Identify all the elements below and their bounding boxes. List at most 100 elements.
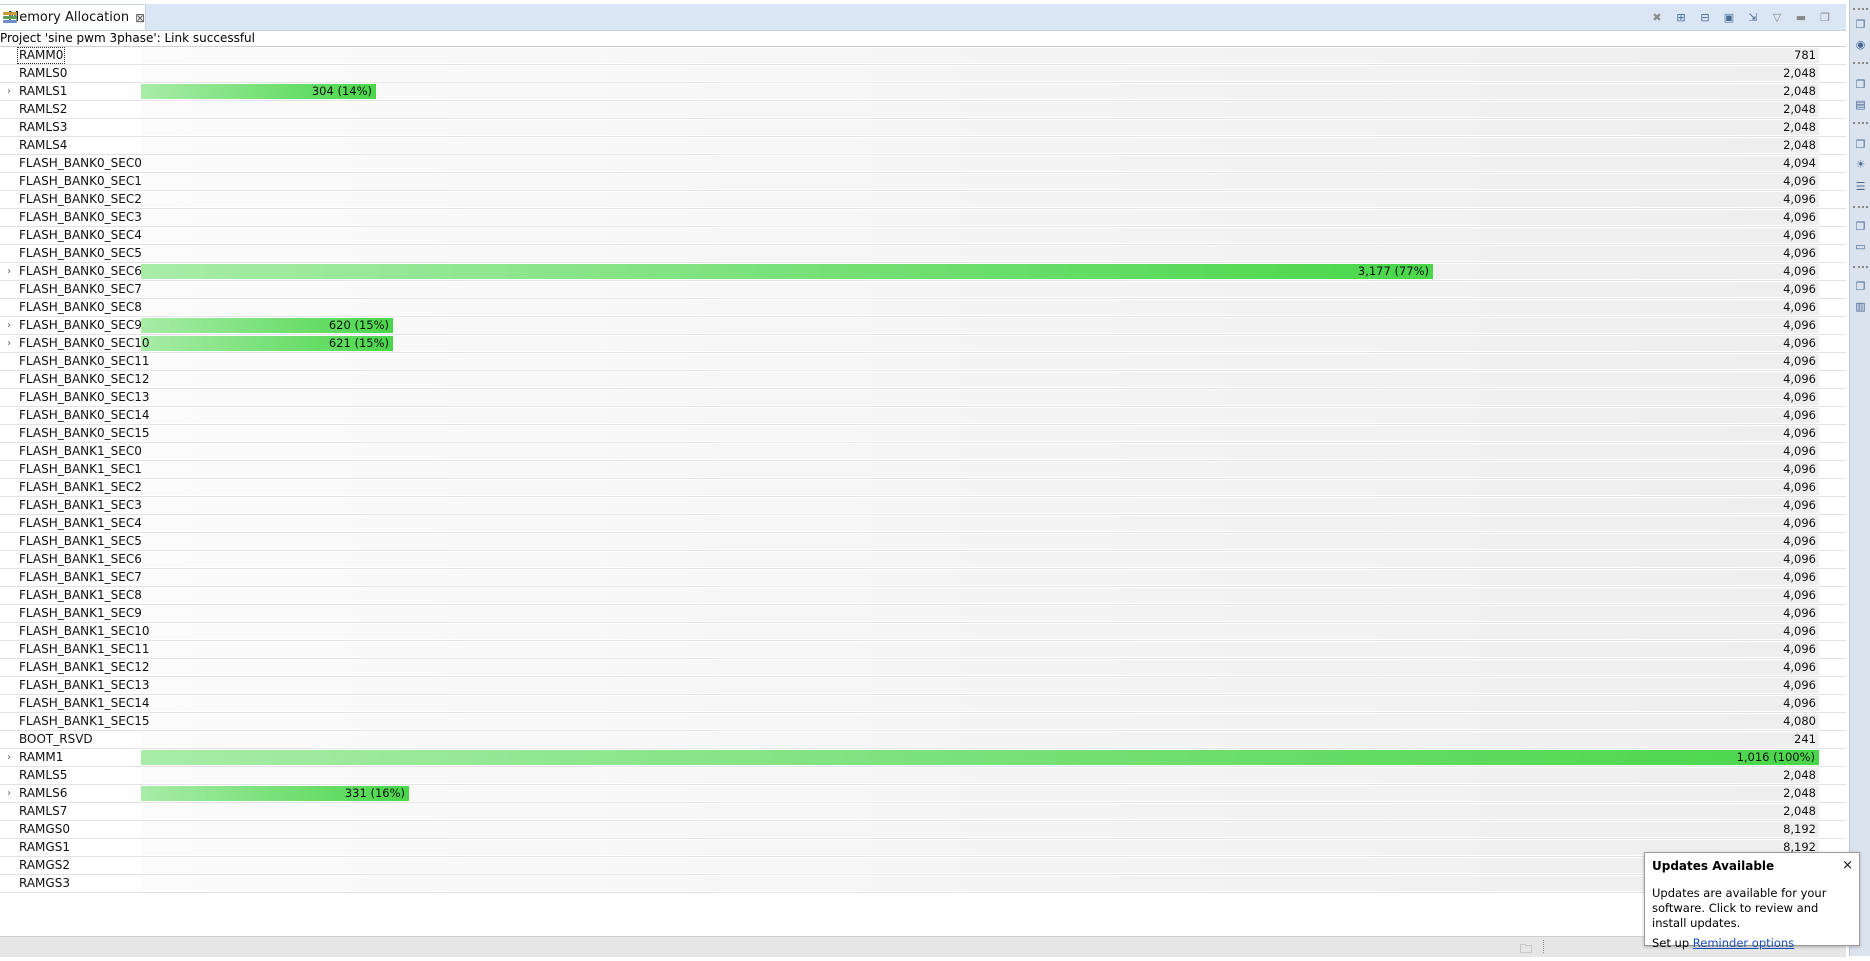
memory-region-row[interactable]: FLASH_BANK1_SEC1 4,096 — [0, 461, 1846, 479]
memory-region-row[interactable]: FLASH_BANK0_SEC7 4,096 — [0, 281, 1846, 299]
region-name: FLASH_BANK0_SEC8 — [19, 300, 142, 314]
close-tab-icon[interactable]: ⊠ — [135, 11, 145, 25]
memory-region-row[interactable]: FLASH_BANK1_SEC13 4,096 — [0, 677, 1846, 695]
memory-region-row[interactable]: FLASH_BANK0_SEC4 4,096 — [0, 227, 1846, 245]
memory-region-row[interactable]: FLASH_BANK0_SEC12 4,096 — [0, 371, 1846, 389]
memory-region-row[interactable]: FLASH_BANK1_SEC5 4,096 — [0, 533, 1846, 551]
memory-region-row[interactable]: FLASH_BANK1_SEC10 4,096 — [0, 623, 1846, 641]
memory-region-row[interactable]: FLASH_BANK0_SEC15 4,096 — [0, 425, 1846, 443]
memory-region-row[interactable]: RAMLS2 2,048 — [0, 101, 1846, 119]
memory-region-row[interactable]: FLASH_BANK1_SEC6 4,096 — [0, 551, 1846, 569]
region-name: FLASH_BANK1_SEC2 — [19, 480, 142, 494]
trim-separator — [1853, 206, 1868, 212]
region-name: FLASH_BANK0_SEC7 — [19, 282, 142, 296]
memory-region-row[interactable]: BOOT_RSVD 241 — [0, 731, 1846, 749]
memory-region-row[interactable]: RAMGS2 — [0, 857, 1846, 875]
export-icon[interactable]: ⇲ — [1744, 9, 1762, 25]
memory-region-row[interactable]: › 331 (16%) RAMLS6 2,048 — [0, 785, 1846, 803]
memory-region-row[interactable]: FLASH_BANK1_SEC8 4,096 — [0, 587, 1846, 605]
memory-region-row[interactable]: FLASH_BANK0_SEC14 4,096 — [0, 407, 1846, 425]
region-name: FLASH_BANK1_SEC15 — [19, 714, 150, 728]
memory-region-row[interactable]: › 620 (15%) FLASH_BANK0_SEC9 4,096 — [0, 317, 1846, 335]
memory-region-row[interactable]: RAMLS7 2,048 — [0, 803, 1846, 821]
tab-memory-allocation[interactable]: Memory Allocation ⊠ — [0, 4, 146, 30]
memory-region-row[interactable]: FLASH_BANK0_SEC13 4,096 — [0, 389, 1846, 407]
memory-region-row[interactable]: FLASH_BANK1_SEC15 4,080 — [0, 713, 1846, 731]
expand-all-icon[interactable]: ⊞ — [1672, 9, 1690, 25]
restore-icon[interactable]: ❐ — [1853, 220, 1868, 234]
memory-region-row[interactable]: RAMLS4 2,048 — [0, 137, 1846, 155]
usage-bar-track — [141, 120, 1819, 135]
region-size: 2,048 — [1783, 102, 1816, 116]
new-view-icon[interactable]: ▣ — [1720, 9, 1738, 25]
memory-region-row[interactable]: RAMGS1 8,192 — [0, 839, 1846, 857]
expand-chevron-icon[interactable]: › — [4, 749, 14, 766]
region-size: 2,048 — [1783, 84, 1816, 98]
region-name: FLASH_BANK0_SEC5 — [19, 246, 142, 260]
console-icon[interactable]: ▭ — [1853, 240, 1868, 254]
memory-region-row[interactable]: RAMLS0 2,048 — [0, 65, 1846, 83]
memory-allocation-icon[interactable]: ☰ — [1853, 180, 1868, 194]
expand-chevron-icon[interactable]: › — [4, 317, 14, 334]
region-name: RAMLS4 — [19, 138, 68, 152]
region-name: FLASH_BANK0_SEC12 — [19, 372, 150, 386]
region-name: FLASH_BANK1_SEC3 — [19, 498, 142, 512]
reminder-options-link[interactable]: Reminder options — [1693, 936, 1794, 950]
memory-region-row[interactable]: FLASH_BANK1_SEC9 4,096 — [0, 605, 1846, 623]
close-icon[interactable]: × — [1842, 858, 1853, 873]
memory-region-row[interactable]: RAMM0 781 — [0, 47, 1846, 65]
close-all-icon[interactable]: ✖ — [1648, 9, 1666, 25]
memory-region-row[interactable]: FLASH_BANK0_SEC2 4,096 — [0, 191, 1846, 209]
restore-icon[interactable]: ❐ — [1853, 280, 1868, 294]
memory-region-row[interactable]: RAMLS5 2,048 — [0, 767, 1846, 785]
expand-chevron-icon[interactable]: › — [4, 83, 14, 100]
debug-icon[interactable]: ▤ — [1853, 98, 1868, 112]
memory-region-row[interactable]: FLASH_BANK1_SEC0 4,096 — [0, 443, 1846, 461]
memory-region-row[interactable]: FLASH_BANK0_SEC0 4,094 — [0, 155, 1846, 173]
expand-chevron-icon[interactable]: › — [4, 785, 14, 802]
expand-chevron-icon[interactable]: › — [4, 335, 14, 352]
memory-region-row[interactable]: FLASH_BANK0_SEC1 4,096 — [0, 173, 1846, 191]
memory-region-row[interactable]: FLASH_BANK0_SEC11 4,096 — [0, 353, 1846, 371]
usage-bar-track — [141, 822, 1819, 837]
memory-region-row[interactable]: › 621 (15%) FLASH_BANK0_SEC10 4,096 — [0, 335, 1846, 353]
minimize-icon[interactable]: ▬ — [1792, 9, 1810, 25]
memory-region-row[interactable]: › 1,016 (100%) RAMM1 — [0, 749, 1846, 767]
outline-icon[interactable]: ▥ — [1853, 300, 1868, 314]
memory-region-row[interactable]: FLASH_BANK1_SEC14 4,096 — [0, 695, 1846, 713]
memory-region-row[interactable]: FLASH_BANK1_SEC7 4,096 — [0, 569, 1846, 587]
region-name: RAMM0 — [17, 47, 66, 64]
memory-region-row[interactable]: FLASH_BANK1_SEC4 4,096 — [0, 515, 1846, 533]
restore-icon[interactable]: ❐ — [1853, 18, 1868, 32]
notification-body[interactable]: Updates are available for your software.… — [1652, 886, 1852, 931]
region-size: 4,096 — [1783, 246, 1816, 260]
region-size: 4,096 — [1783, 444, 1816, 458]
restore-icon[interactable]: ❐ — [1853, 138, 1868, 152]
memory-region-row[interactable]: FLASH_BANK1_SEC12 4,096 — [0, 659, 1846, 677]
memory-region-row[interactable]: FLASH_BANK1_SEC3 4,096 — [0, 497, 1846, 515]
memory-region-row[interactable]: FLASH_BANK0_SEC5 4,096 — [0, 245, 1846, 263]
memory-region-row[interactable]: › 3,177 (77%) FLASH_BANK0_SEC6 4,096 — [0, 263, 1846, 281]
globe-icon[interactable]: ◉ — [1853, 38, 1868, 52]
memory-region-row[interactable]: RAMLS3 2,048 — [0, 119, 1846, 137]
usage-bar-track — [141, 480, 1819, 495]
region-name: FLASH_BANK1_SEC5 — [19, 534, 142, 548]
maximize-icon[interactable]: ❐ — [1816, 9, 1834, 25]
memory-region-row[interactable]: RAMGS0 8,192 — [0, 821, 1846, 839]
region-name: RAMLS1 — [19, 84, 68, 98]
memory-region-row[interactable]: RAMGS3 — [0, 875, 1846, 893]
collapse-all-icon[interactable]: ⊟ — [1696, 9, 1714, 25]
expand-chevron-icon[interactable]: › — [4, 263, 14, 280]
updates-notification[interactable]: Updates Available × Updates are availabl… — [1644, 852, 1860, 950]
memory-region-row[interactable]: FLASH_BANK1_SEC11 4,096 — [0, 641, 1846, 659]
memory-region-row[interactable]: FLASH_BANK1_SEC2 4,096 — [0, 479, 1846, 497]
region-name: RAMGS3 — [19, 876, 70, 890]
lightbulb-icon[interactable]: ☀ — [1853, 158, 1868, 172]
view-menu-icon[interactable]: ▽ — [1768, 9, 1786, 25]
usage-bar-track — [141, 678, 1819, 693]
memory-region-row[interactable]: FLASH_BANK0_SEC8 4,096 — [0, 299, 1846, 317]
restore-icon[interactable]: ❐ — [1853, 78, 1868, 92]
usage-bar-track — [141, 498, 1819, 513]
memory-region-row[interactable]: › 304 (14%) RAMLS1 2,048 — [0, 83, 1846, 101]
memory-region-row[interactable]: FLASH_BANK0_SEC3 4,096 — [0, 209, 1846, 227]
